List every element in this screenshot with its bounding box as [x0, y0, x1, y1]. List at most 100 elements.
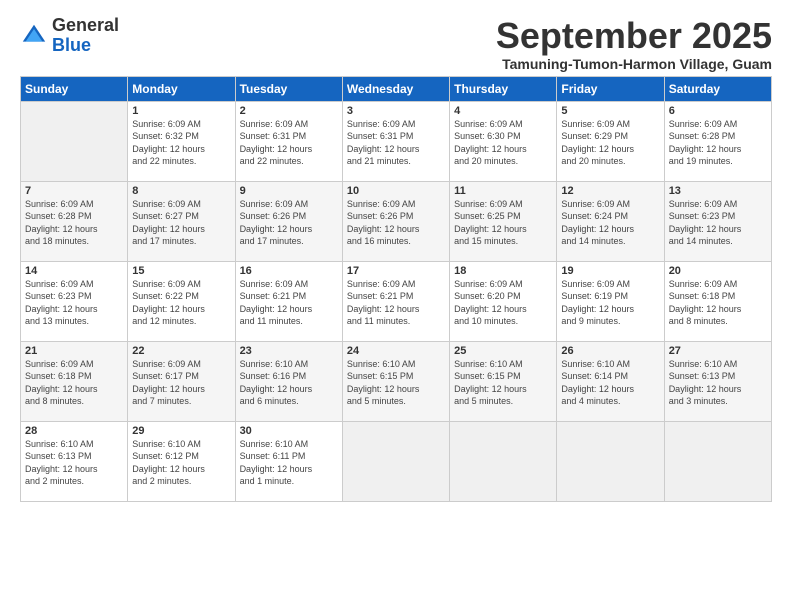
day-cell: 1Sunrise: 6:09 AM Sunset: 6:32 PM Daylig…	[128, 101, 235, 181]
day-cell: 22Sunrise: 6:09 AM Sunset: 6:17 PM Dayli…	[128, 341, 235, 421]
day-number: 25	[454, 345, 552, 357]
day-cell: 29Sunrise: 6:10 AM Sunset: 6:12 PM Dayli…	[128, 421, 235, 501]
day-number: 22	[132, 345, 230, 357]
day-cell: 28Sunrise: 6:10 AM Sunset: 6:13 PM Dayli…	[21, 421, 128, 501]
day-info: Sunrise: 6:09 AM Sunset: 6:28 PM Dayligh…	[25, 198, 123, 248]
day-number: 1	[132, 105, 230, 117]
day-cell	[21, 101, 128, 181]
day-info: Sunrise: 6:09 AM Sunset: 6:23 PM Dayligh…	[25, 278, 123, 328]
day-cell: 7Sunrise: 6:09 AM Sunset: 6:28 PM Daylig…	[21, 181, 128, 261]
day-number: 2	[240, 105, 338, 117]
day-info: Sunrise: 6:10 AM Sunset: 6:12 PM Dayligh…	[132, 438, 230, 488]
logo: General Blue	[20, 16, 119, 56]
page: General Blue September 2025 Tamuning-Tum…	[0, 0, 792, 612]
day-info: Sunrise: 6:09 AM Sunset: 6:23 PM Dayligh…	[669, 198, 767, 248]
day-number: 10	[347, 185, 445, 197]
day-info: Sunrise: 6:10 AM Sunset: 6:13 PM Dayligh…	[669, 358, 767, 408]
day-info: Sunrise: 6:09 AM Sunset: 6:17 PM Dayligh…	[132, 358, 230, 408]
day-info: Sunrise: 6:09 AM Sunset: 6:19 PM Dayligh…	[561, 278, 659, 328]
day-number: 16	[240, 265, 338, 277]
col-wednesday: Wednesday	[342, 76, 449, 101]
day-number: 29	[132, 425, 230, 437]
day-cell: 23Sunrise: 6:10 AM Sunset: 6:16 PM Dayli…	[235, 341, 342, 421]
day-number: 30	[240, 425, 338, 437]
logo-blue: Blue	[52, 35, 91, 55]
day-number: 18	[454, 265, 552, 277]
day-cell: 18Sunrise: 6:09 AM Sunset: 6:20 PM Dayli…	[450, 261, 557, 341]
day-cell: 21Sunrise: 6:09 AM Sunset: 6:18 PM Dayli…	[21, 341, 128, 421]
day-info: Sunrise: 6:10 AM Sunset: 6:14 PM Dayligh…	[561, 358, 659, 408]
week-row-4: 21Sunrise: 6:09 AM Sunset: 6:18 PM Dayli…	[21, 341, 772, 421]
day-number: 6	[669, 105, 767, 117]
day-number: 7	[25, 185, 123, 197]
day-number: 20	[669, 265, 767, 277]
day-cell: 16Sunrise: 6:09 AM Sunset: 6:21 PM Dayli…	[235, 261, 342, 341]
day-number: 5	[561, 105, 659, 117]
day-cell: 15Sunrise: 6:09 AM Sunset: 6:22 PM Dayli…	[128, 261, 235, 341]
day-number: 26	[561, 345, 659, 357]
day-number: 4	[454, 105, 552, 117]
day-cell: 13Sunrise: 6:09 AM Sunset: 6:23 PM Dayli…	[664, 181, 771, 261]
day-cell: 17Sunrise: 6:09 AM Sunset: 6:21 PM Dayli…	[342, 261, 449, 341]
day-info: Sunrise: 6:09 AM Sunset: 6:21 PM Dayligh…	[240, 278, 338, 328]
day-number: 27	[669, 345, 767, 357]
day-cell: 4Sunrise: 6:09 AM Sunset: 6:30 PM Daylig…	[450, 101, 557, 181]
day-number: 19	[561, 265, 659, 277]
logo-general: General	[52, 15, 119, 35]
day-cell: 27Sunrise: 6:10 AM Sunset: 6:13 PM Dayli…	[664, 341, 771, 421]
day-info: Sunrise: 6:09 AM Sunset: 6:31 PM Dayligh…	[240, 118, 338, 168]
calendar-body: 1Sunrise: 6:09 AM Sunset: 6:32 PM Daylig…	[21, 101, 772, 501]
day-number: 28	[25, 425, 123, 437]
day-cell: 24Sunrise: 6:10 AM Sunset: 6:15 PM Dayli…	[342, 341, 449, 421]
day-cell	[342, 421, 449, 501]
day-info: Sunrise: 6:09 AM Sunset: 6:18 PM Dayligh…	[669, 278, 767, 328]
day-number: 15	[132, 265, 230, 277]
day-cell: 2Sunrise: 6:09 AM Sunset: 6:31 PM Daylig…	[235, 101, 342, 181]
day-info: Sunrise: 6:09 AM Sunset: 6:26 PM Dayligh…	[240, 198, 338, 248]
day-cell	[557, 421, 664, 501]
calendar-table: Sunday Monday Tuesday Wednesday Thursday…	[20, 76, 772, 502]
day-info: Sunrise: 6:09 AM Sunset: 6:30 PM Dayligh…	[454, 118, 552, 168]
day-cell: 9Sunrise: 6:09 AM Sunset: 6:26 PM Daylig…	[235, 181, 342, 261]
day-cell: 14Sunrise: 6:09 AM Sunset: 6:23 PM Dayli…	[21, 261, 128, 341]
day-number: 13	[669, 185, 767, 197]
day-number: 12	[561, 185, 659, 197]
day-info: Sunrise: 6:09 AM Sunset: 6:31 PM Dayligh…	[347, 118, 445, 168]
day-number: 8	[132, 185, 230, 197]
title-block: September 2025 Tamuning-Tumon-Harmon Vil…	[496, 16, 772, 72]
day-info: Sunrise: 6:10 AM Sunset: 6:16 PM Dayligh…	[240, 358, 338, 408]
day-cell: 6Sunrise: 6:09 AM Sunset: 6:28 PM Daylig…	[664, 101, 771, 181]
day-cell: 30Sunrise: 6:10 AM Sunset: 6:11 PM Dayli…	[235, 421, 342, 501]
col-tuesday: Tuesday	[235, 76, 342, 101]
header: General Blue September 2025 Tamuning-Tum…	[20, 16, 772, 72]
day-cell: 19Sunrise: 6:09 AM Sunset: 6:19 PM Dayli…	[557, 261, 664, 341]
day-info: Sunrise: 6:10 AM Sunset: 6:15 PM Dayligh…	[347, 358, 445, 408]
day-info: Sunrise: 6:09 AM Sunset: 6:21 PM Dayligh…	[347, 278, 445, 328]
week-row-2: 7Sunrise: 6:09 AM Sunset: 6:28 PM Daylig…	[21, 181, 772, 261]
col-sunday: Sunday	[21, 76, 128, 101]
day-info: Sunrise: 6:09 AM Sunset: 6:25 PM Dayligh…	[454, 198, 552, 248]
day-info: Sunrise: 6:09 AM Sunset: 6:22 PM Dayligh…	[132, 278, 230, 328]
day-number: 9	[240, 185, 338, 197]
day-cell: 3Sunrise: 6:09 AM Sunset: 6:31 PM Daylig…	[342, 101, 449, 181]
day-cell: 10Sunrise: 6:09 AM Sunset: 6:26 PM Dayli…	[342, 181, 449, 261]
day-info: Sunrise: 6:09 AM Sunset: 6:32 PM Dayligh…	[132, 118, 230, 168]
day-number: 3	[347, 105, 445, 117]
calendar-header: Sunday Monday Tuesday Wednesday Thursday…	[21, 76, 772, 101]
day-number: 23	[240, 345, 338, 357]
day-info: Sunrise: 6:09 AM Sunset: 6:28 PM Dayligh…	[669, 118, 767, 168]
day-cell: 26Sunrise: 6:10 AM Sunset: 6:14 PM Dayli…	[557, 341, 664, 421]
day-cell: 8Sunrise: 6:09 AM Sunset: 6:27 PM Daylig…	[128, 181, 235, 261]
col-saturday: Saturday	[664, 76, 771, 101]
day-cell: 20Sunrise: 6:09 AM Sunset: 6:18 PM Dayli…	[664, 261, 771, 341]
week-row-1: 1Sunrise: 6:09 AM Sunset: 6:32 PM Daylig…	[21, 101, 772, 181]
col-friday: Friday	[557, 76, 664, 101]
header-row: Sunday Monday Tuesday Wednesday Thursday…	[21, 76, 772, 101]
week-row-5: 28Sunrise: 6:10 AM Sunset: 6:13 PM Dayli…	[21, 421, 772, 501]
day-number: 11	[454, 185, 552, 197]
week-row-3: 14Sunrise: 6:09 AM Sunset: 6:23 PM Dayli…	[21, 261, 772, 341]
day-cell	[664, 421, 771, 501]
day-info: Sunrise: 6:09 AM Sunset: 6:27 PM Dayligh…	[132, 198, 230, 248]
day-cell: 12Sunrise: 6:09 AM Sunset: 6:24 PM Dayli…	[557, 181, 664, 261]
day-cell: 5Sunrise: 6:09 AM Sunset: 6:29 PM Daylig…	[557, 101, 664, 181]
